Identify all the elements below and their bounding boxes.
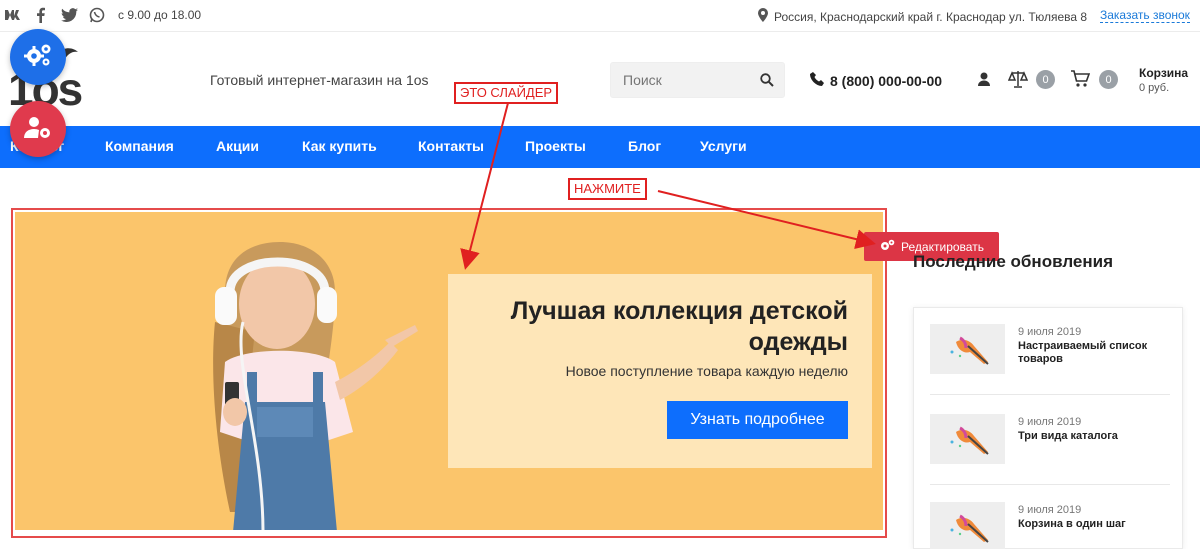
gears-icon xyxy=(879,239,895,254)
slide-subtitle: Новое поступление товара каждую неделю xyxy=(565,363,848,379)
nav-item-contacts[interactable]: Контакты xyxy=(418,138,484,154)
callback-link[interactable]: Заказать звонок xyxy=(1100,8,1190,23)
nav-item-projects[interactable]: Проекты xyxy=(525,138,586,154)
news-item[interactable]: 9 июля 2019 Настраиваемый список товаров xyxy=(930,318,1170,395)
phone-icon xyxy=(810,72,824,89)
settings-fab[interactable] xyxy=(10,29,66,85)
nav-item-company[interactable]: Компания xyxy=(105,138,174,154)
gears-icon xyxy=(23,42,53,73)
social-links xyxy=(4,6,106,24)
nav-item-how-to-buy[interactable]: Как купить xyxy=(302,138,377,154)
sidebar-title: Последние обновления xyxy=(913,252,1113,271)
news-thumbnail xyxy=(930,324,1005,374)
slider-bottom-strip xyxy=(15,530,883,534)
working-hours: с 9.00 до 18.00 xyxy=(118,8,202,22)
compare-icon[interactable] xyxy=(1007,70,1029,88)
search-input[interactable] xyxy=(611,63,751,97)
news-list: 9 июля 2019 Настраиваемый список товаров… xyxy=(913,307,1183,549)
news-date: 9 июля 2019 xyxy=(1018,504,1082,516)
news-thumbnail xyxy=(930,502,1005,549)
learn-more-button[interactable]: Узнать подробнее xyxy=(667,401,848,439)
news-title[interactable]: Корзина в один шаг xyxy=(1018,518,1168,531)
twitter-icon[interactable] xyxy=(60,6,78,24)
slide-title: Лучшая коллекция детской одежды xyxy=(510,297,848,356)
facebook-icon[interactable] xyxy=(32,6,50,24)
hero-slider[interactable]: Лучшая коллекция детской одежды Новое по… xyxy=(15,212,883,530)
news-item[interactable]: 9 июля 2019 Три вида каталога xyxy=(930,408,1170,485)
nav-item-services[interactable]: Услуги xyxy=(700,138,747,154)
girl-with-headphones-image xyxy=(213,242,418,530)
cart-count-badge: 0 xyxy=(1099,70,1118,89)
top-bar: с 9.00 до 18.00 Россия, Краснодарский кр… xyxy=(0,0,1200,32)
cart-icon[interactable] xyxy=(1070,70,1091,88)
phone[interactable]: 8 (800) 000-00-00 xyxy=(810,72,942,89)
nav-item-blog[interactable]: Блог xyxy=(628,138,661,154)
phone-number: 8 (800) 000-00-00 xyxy=(830,72,943,89)
news-title[interactable]: Три вида каталога xyxy=(1018,430,1168,443)
nav-item-promotions[interactable]: Акции xyxy=(216,138,259,154)
user-settings-fab[interactable] xyxy=(10,101,66,157)
search-box xyxy=(610,62,785,98)
main-nav: Каталог Компания Акции Как купить Контак… xyxy=(0,126,1200,168)
divider xyxy=(930,394,1170,395)
address: Россия, Краснодарский край г. Краснодар … xyxy=(758,8,1087,25)
news-date: 9 июля 2019 xyxy=(1018,416,1082,428)
divider xyxy=(930,484,1170,485)
location-pin-icon xyxy=(758,8,768,25)
user-gear-icon xyxy=(23,114,53,145)
annotation-slider-label: ЭТО СЛАЙДЕР xyxy=(454,82,559,104)
slide-text-panel: Лучшая коллекция детской одежды Новое по… xyxy=(448,274,872,468)
news-date: 9 июля 2019 xyxy=(1018,326,1082,338)
cart-title[interactable]: Корзина xyxy=(1139,66,1188,80)
news-title[interactable]: Настраиваемый список товаров xyxy=(1018,340,1168,366)
annotation-click-label: НАЖМИТЕ xyxy=(568,178,647,200)
user-icon[interactable] xyxy=(975,70,993,88)
search-icon[interactable] xyxy=(760,73,774,87)
news-item[interactable]: 9 июля 2019 Корзина в один шаг xyxy=(930,496,1170,549)
compare-count-badge: 0 xyxy=(1036,70,1055,89)
tagline: Готовый интернет-магазин на 1os xyxy=(210,72,429,88)
whatsapp-icon[interactable] xyxy=(88,6,106,24)
cart-sum: 0 руб. xyxy=(1139,82,1170,94)
vk-icon[interactable] xyxy=(4,6,22,24)
news-thumbnail xyxy=(930,414,1005,464)
address-text: Россия, Краснодарский край г. Краснодар … xyxy=(774,9,1088,24)
